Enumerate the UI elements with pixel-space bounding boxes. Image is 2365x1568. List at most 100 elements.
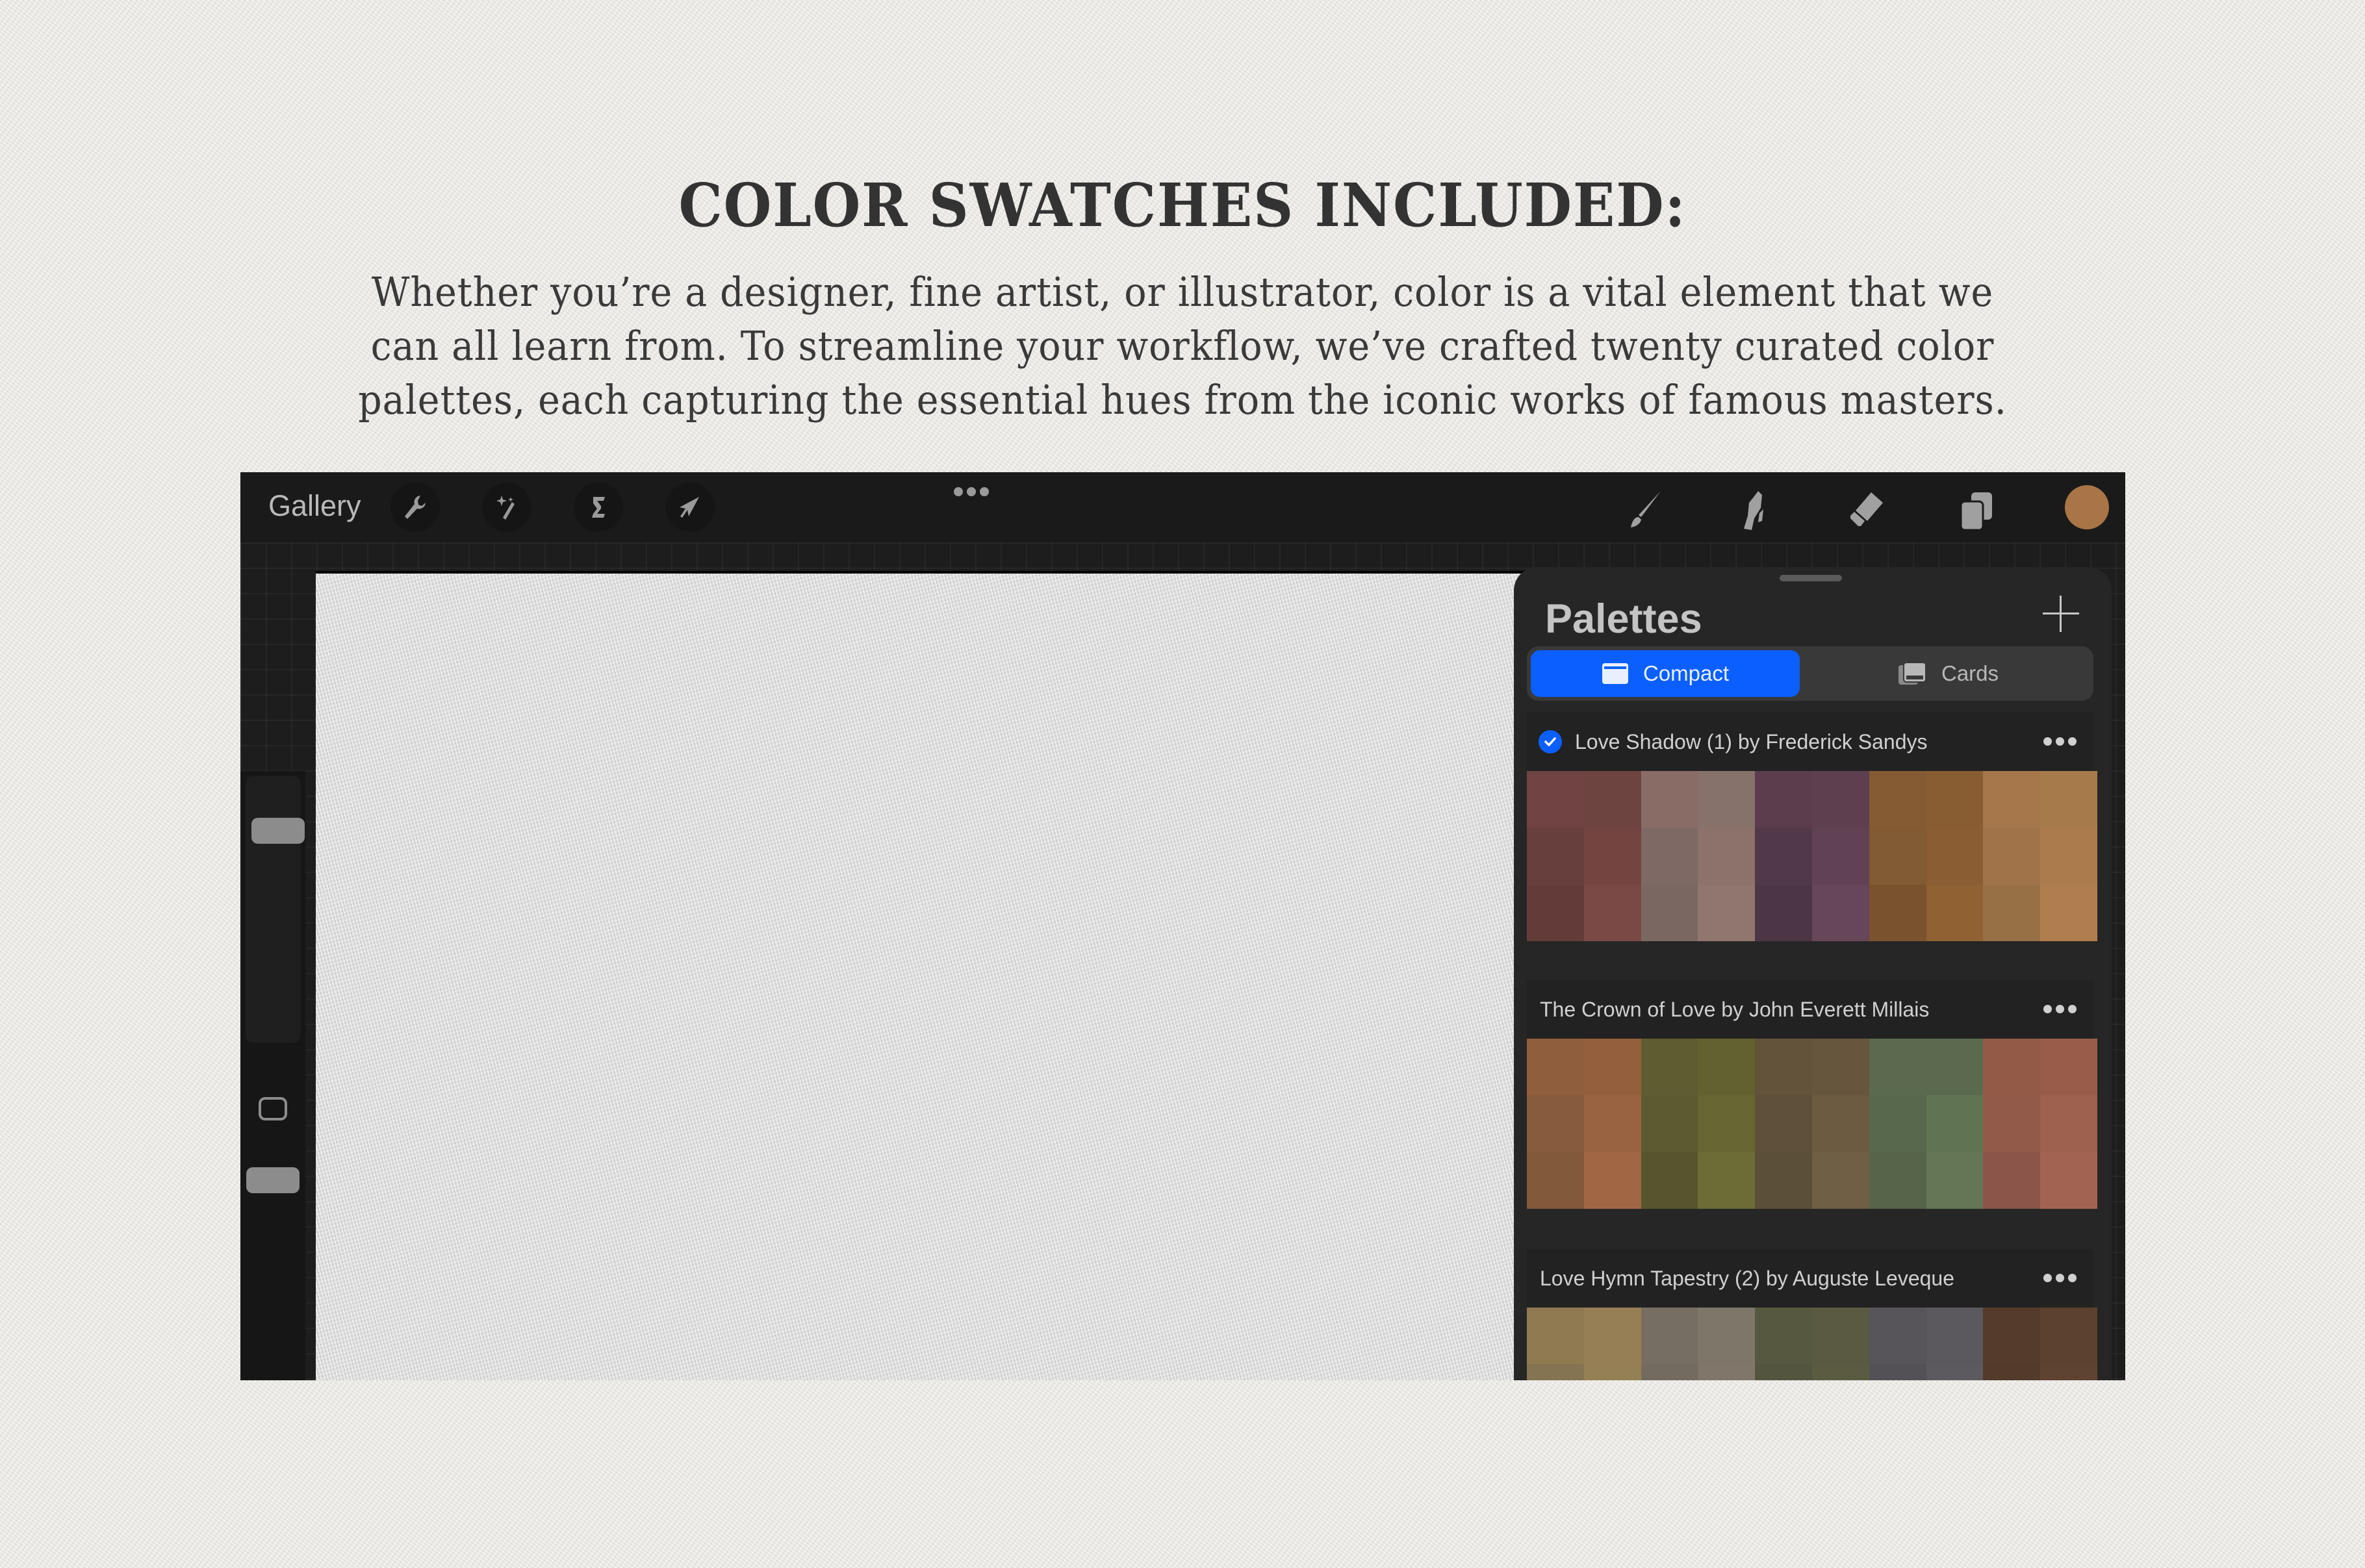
palette-header[interactable]: Love Hymn Tapestry (2) by Auguste Levequ… [1527,1249,2093,1308]
color-swatch[interactable] [1698,1095,1756,1152]
color-swatch[interactable] [1641,884,1698,941]
color-swatch[interactable] [1755,1308,1812,1365]
color-swatch[interactable] [1583,828,1641,885]
palette-more-icon[interactable] [2043,1274,2077,1282]
color-swatch[interactable] [1926,771,1984,828]
color-swatch[interactable] [1869,1308,1926,1365]
color-swatch[interactable] [1812,1095,1869,1152]
color-swatch[interactable] [1641,1039,1698,1096]
modify-button[interactable] [259,1097,287,1120]
color-swatch[interactable] [2040,1095,2097,1152]
color-swatch[interactable] [1869,1364,1926,1380]
palette-more-icon[interactable] [2043,1005,2077,1013]
color-swatch[interactable] [1698,1364,1756,1380]
color-swatch[interactable] [1869,884,1926,941]
color-swatch[interactable] [1983,1039,2041,1096]
color-swatch[interactable] [1869,1152,1926,1209]
color-swatch[interactable] [1641,1152,1698,1209]
color-swatch[interactable] [2040,1364,2097,1380]
color-swatch[interactable] [2040,828,2097,885]
adjustments-button[interactable] [482,483,531,532]
color-swatch[interactable] [1926,1364,1984,1380]
color-swatch[interactable] [1983,1364,2041,1380]
color-swatch[interactable] [2040,1039,2097,1096]
color-swatch[interactable] [1698,1152,1756,1209]
color-swatch[interactable] [1926,828,1984,885]
more-options-icon[interactable] [954,485,993,498]
color-swatch[interactable] [1755,884,1812,941]
color-swatch[interactable] [1641,828,1698,885]
color-swatch[interactable] [1755,1039,1812,1096]
color-swatch[interactable] [1755,1095,1812,1152]
smudge-tool-button[interactable] [1729,485,1781,537]
color-swatch[interactable] [1812,884,1869,941]
color-swatch[interactable] [1812,1364,1869,1380]
actions-button[interactable] [390,483,440,532]
color-swatch[interactable] [1641,1308,1698,1365]
brush-size-slider[interactable] [246,776,305,1043]
paint-tool-button[interactable] [1618,485,1670,537]
color-swatch[interactable] [1583,1095,1641,1152]
transform-button[interactable] [665,483,715,532]
tab-cards[interactable]: Cards [1806,650,2090,697]
palette-more-icon[interactable] [2043,737,2077,746]
color-swatch[interactable] [1983,1095,2041,1152]
color-swatch[interactable] [2040,884,2097,941]
color-swatch[interactable] [1983,1308,2041,1365]
color-swatch[interactable] [1527,1039,1584,1096]
color-swatch[interactable] [1926,1152,1984,1209]
color-swatch[interactable] [1641,771,1698,828]
current-color-button[interactable] [2065,485,2109,529]
color-swatch[interactable] [1755,771,1812,828]
color-swatch[interactable] [1583,1039,1641,1096]
color-swatch[interactable] [1926,884,1984,941]
color-swatch[interactable] [1583,1152,1641,1209]
color-swatch[interactable] [1983,1152,2041,1209]
color-swatch[interactable] [1869,1039,1926,1096]
color-swatch[interactable] [1527,771,1584,828]
brush-size-thumb[interactable] [251,818,305,844]
color-swatch[interactable] [1983,828,2041,885]
color-swatch[interactable] [1869,1095,1926,1152]
color-swatch[interactable] [1926,1308,1984,1365]
palette-header[interactable]: The Crown of Love by John Everett Millai… [1527,980,2093,1039]
color-swatch[interactable] [1527,884,1584,941]
color-swatch[interactable] [1527,1152,1584,1209]
color-swatch[interactable] [1869,771,1926,828]
color-swatch[interactable] [1698,771,1756,828]
color-swatch[interactable] [1755,828,1812,885]
palette-header[interactable]: Love Shadow (1) by Frederick Sandys [1527,713,2093,771]
color-swatch[interactable] [1755,1364,1812,1380]
color-swatch[interactable] [1926,1095,1984,1152]
color-swatch[interactable] [1812,1039,1869,1096]
color-swatch[interactable] [2040,1152,2097,1209]
color-swatch[interactable] [1812,828,1869,885]
color-swatch[interactable] [1583,771,1641,828]
color-swatch[interactable] [1698,884,1756,941]
color-swatch[interactable] [1698,1308,1756,1365]
panel-grabber[interactable] [1780,575,1842,581]
tab-compact[interactable]: Compact [1531,650,1800,697]
color-swatch[interactable] [1926,1039,1984,1096]
gallery-button[interactable]: Gallery [268,487,361,525]
color-swatch[interactable] [1755,1152,1812,1209]
color-swatch[interactable] [1983,771,2041,828]
color-swatch[interactable] [1812,771,1869,828]
color-swatch[interactable] [1527,1364,1584,1380]
color-swatch[interactable] [1812,1152,1869,1209]
color-swatch[interactable] [1527,1308,1584,1365]
color-swatch[interactable] [1983,884,2041,941]
color-swatch[interactable] [1527,1095,1584,1152]
opacity-slider-thumb[interactable] [246,1167,300,1193]
color-swatch[interactable] [1583,1308,1641,1365]
color-swatch[interactable] [1812,1308,1869,1365]
color-swatch[interactable] [1527,828,1584,885]
default-check-icon[interactable] [1539,730,1562,753]
color-swatch[interactable] [1641,1364,1698,1380]
color-swatch[interactable] [1698,1039,1756,1096]
color-swatch[interactable] [1583,1364,1641,1380]
color-swatch[interactable] [1641,1095,1698,1152]
color-swatch[interactable] [2040,1308,2097,1365]
selection-button[interactable] [574,483,623,532]
layers-button[interactable] [1950,485,2002,537]
